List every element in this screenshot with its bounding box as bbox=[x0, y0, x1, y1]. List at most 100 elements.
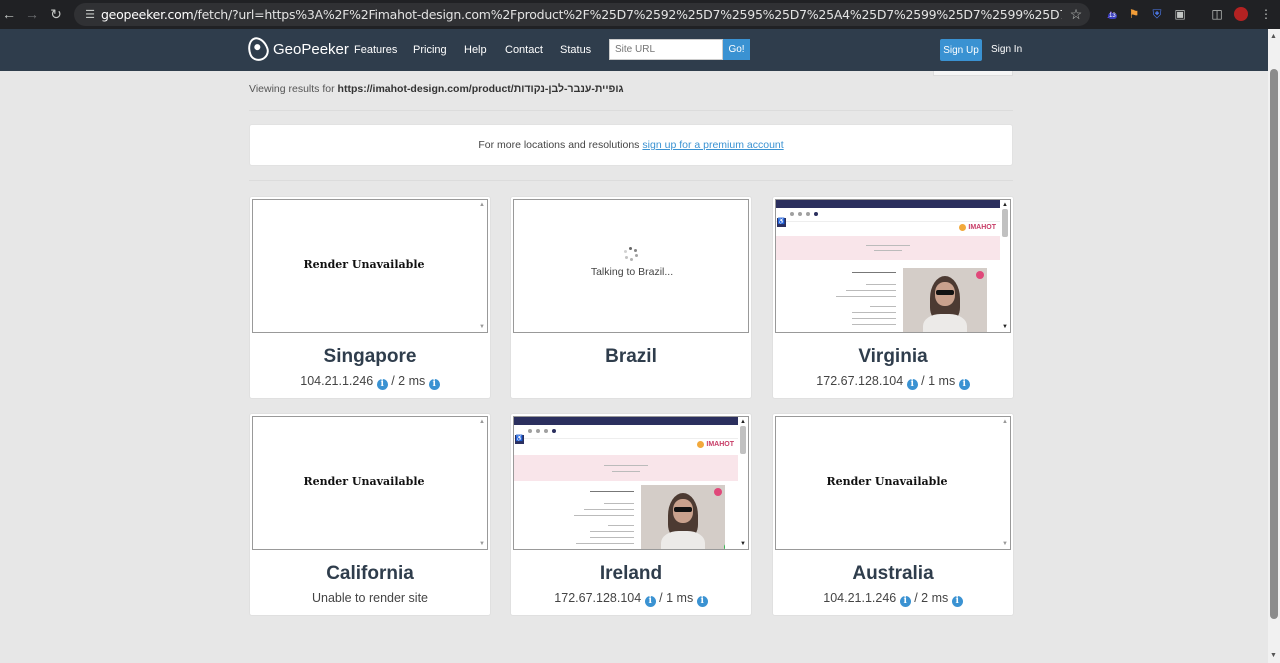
preview-text-line bbox=[836, 296, 896, 297]
browser-toolbar: ← → ↻ ☰ geopeeker.com/fetch/?url=https%3… bbox=[0, 0, 1280, 29]
ip-address: 104.21.1.246 bbox=[823, 591, 897, 605]
result-card-ireland: ♿ IMAHOT ▲ ▼ Ireland 172.67.128.104 i / 1… bbox=[510, 413, 752, 616]
sign-in-link[interactable]: Sign In bbox=[991, 44, 1022, 55]
frame-scrollbar[interactable]: ▲ ▼ bbox=[1000, 417, 1010, 549]
frame-scrollbar[interactable]: ▲ ▼ bbox=[477, 200, 487, 332]
preview-navbar bbox=[514, 425, 740, 439]
reload-icon[interactable]: ↻ bbox=[44, 2, 68, 26]
extensions-puzzle-icon[interactable]: ◫ bbox=[1208, 5, 1226, 23]
frame-scroll-down-icon[interactable]: ▼ bbox=[479, 324, 485, 330]
forward-icon[interactable]: → bbox=[20, 2, 44, 26]
nav-features[interactable]: Features bbox=[354, 44, 397, 56]
info-icon[interactable]: i bbox=[906, 379, 918, 390]
bookmark-star-icon[interactable]: ☆ bbox=[1062, 6, 1090, 23]
render-frame[interactable]: Render Unavailable ▲ ▼ bbox=[252, 416, 488, 550]
extension-flag-icon[interactable]: ⚑ bbox=[1125, 5, 1143, 23]
info-icon[interactable]: i bbox=[376, 379, 388, 390]
latency: / 2 ms bbox=[391, 374, 426, 388]
tab-stub bbox=[933, 71, 1013, 76]
frame-scroll-up-icon[interactable]: ▲ bbox=[479, 202, 485, 208]
viewing-url: https://imahot-design.com/product/גופיית… bbox=[337, 83, 624, 95]
frame-scrollbar-thumb[interactable] bbox=[1002, 209, 1008, 237]
preview-text-line bbox=[852, 318, 896, 319]
location-meta: 104.21.1.246 i / 2 ms i bbox=[773, 591, 1013, 607]
info-icon[interactable]: i bbox=[644, 596, 656, 607]
menu-kebab-icon[interactable]: ⋮ bbox=[1257, 5, 1275, 23]
info-icon[interactable]: i bbox=[428, 379, 440, 390]
ip-address: 172.67.128.104 bbox=[554, 591, 642, 605]
loading-text: Talking to Brazil... bbox=[590, 266, 674, 278]
preview-text-line bbox=[870, 306, 896, 307]
logo[interactable]: GeoPeeker bbox=[244, 34, 349, 64]
render-unavailable-text: Render Unavailable bbox=[303, 475, 425, 488]
preview-product-photo bbox=[903, 268, 987, 332]
render-frame[interactable]: Render Unavailable ▲ ▼ bbox=[252, 199, 488, 333]
frame-scroll-down-icon[interactable]: ▼ bbox=[740, 541, 746, 547]
scroll-down-arrow-icon[interactable]: ▼ bbox=[1270, 652, 1277, 659]
render-frame[interactable]: Render Unavailable ▲ ▼ bbox=[775, 416, 1011, 550]
nav-contact[interactable]: Contact bbox=[505, 44, 543, 56]
preview-banner bbox=[776, 236, 1002, 260]
preview-text-line bbox=[846, 290, 896, 291]
location-meta: 172.67.128.104 i / 1 ms i bbox=[773, 374, 1013, 390]
info-icon[interactable]: i bbox=[958, 379, 970, 390]
location-meta: 104.21.1.246 i / 2 ms i bbox=[250, 374, 490, 390]
render-frame[interactable]: ♿ IMAHOT ▲ ▼ bbox=[513, 416, 749, 550]
info-icon[interactable]: i bbox=[899, 596, 911, 607]
divider bbox=[249, 180, 1013, 181]
address-bar[interactable]: ☰ geopeeker.com/fetch/?url=https%3A%2F%2… bbox=[74, 3, 1090, 26]
go-button[interactable]: Go! bbox=[723, 39, 750, 60]
preview-text-line bbox=[590, 491, 634, 492]
extension-icon[interactable]: ▲13 bbox=[1102, 5, 1120, 23]
frame-scrollbar[interactable]: ▲ ▼ bbox=[1000, 200, 1010, 332]
frame-scrollbar[interactable]: ▲ ▼ bbox=[738, 417, 748, 549]
nav-help[interactable]: Help bbox=[464, 44, 487, 56]
sign-up-button[interactable]: Sign Up bbox=[940, 39, 982, 61]
render-frame[interactable]: Talking to Brazil... bbox=[513, 199, 749, 333]
page-scrollbar[interactable]: ▲ ▼ bbox=[1268, 29, 1280, 663]
info-icon[interactable]: i bbox=[951, 596, 963, 607]
frame-scroll-down-icon[interactable]: ▼ bbox=[1002, 324, 1008, 330]
preview-brand: IMAHOT bbox=[968, 224, 996, 231]
premium-signup-link[interactable]: sign up for a premium account bbox=[642, 139, 783, 151]
frame-scroll-up-icon[interactable]: ▲ bbox=[479, 419, 485, 425]
preview-navbar bbox=[776, 208, 1002, 222]
frame-scroll-down-icon[interactable]: ▼ bbox=[479, 541, 485, 547]
preview-text-line bbox=[584, 509, 634, 510]
ip-address: 172.67.128.104 bbox=[816, 374, 904, 388]
frame-scroll-up-icon[interactable]: ▲ bbox=[1002, 419, 1008, 425]
preview-text-line bbox=[604, 465, 648, 466]
preview-text-line bbox=[604, 503, 634, 504]
location-name: Ireland bbox=[599, 563, 663, 584]
render-frame[interactable]: ♿ IMAHOT ▲ ▼ bbox=[775, 199, 1011, 333]
back-icon[interactable]: ← bbox=[0, 2, 21, 26]
preview-brand: IMAHOT bbox=[706, 441, 734, 448]
nav-pricing[interactable]: Pricing bbox=[413, 44, 447, 56]
site-url-input[interactable] bbox=[609, 39, 723, 60]
frame-scroll-up-icon[interactable]: ▲ bbox=[1002, 202, 1008, 208]
render-unavailable-text: Render Unavailable bbox=[303, 258, 425, 271]
site-header: GeoPeeker Features Pricing Help Contact … bbox=[0, 29, 1268, 71]
extension-box-icon[interactable]: ▣ bbox=[1171, 5, 1189, 23]
preview-text-line bbox=[574, 515, 634, 516]
scrollbar-thumb[interactable] bbox=[1270, 69, 1278, 619]
scroll-up-arrow-icon[interactable]: ▲ bbox=[1270, 33, 1277, 40]
extension-badge: 13 bbox=[1108, 13, 1117, 19]
result-card-singapore: Render Unavailable ▲ ▼ Singapore 104.21.1… bbox=[249, 196, 491, 399]
frame-scroll-down-icon[interactable]: ▼ bbox=[1002, 541, 1008, 547]
preview-icon bbox=[806, 212, 810, 216]
preview-text-line bbox=[612, 471, 640, 472]
ip-address: 104.21.1.246 bbox=[300, 374, 374, 388]
info-icon[interactable]: i bbox=[696, 596, 708, 607]
logo-text: GeoPeeker bbox=[273, 40, 349, 58]
frame-scrollbar[interactable]: ▲ ▼ bbox=[477, 417, 487, 549]
password-manager-icon[interactable]: ⛨ bbox=[1148, 5, 1166, 23]
geopeeker-logo-icon bbox=[244, 34, 272, 64]
nav-status[interactable]: Status bbox=[560, 44, 591, 56]
frame-scrollbar-thumb[interactable] bbox=[740, 426, 746, 454]
profile-avatar-icon[interactable] bbox=[1232, 5, 1250, 23]
site-info-icon[interactable]: ☰ bbox=[79, 8, 101, 21]
address-url[interactable]: geopeeker.com/fetch/?url=https%3A%2F%2Fi… bbox=[101, 7, 1062, 22]
render-error-message: Unable to render site bbox=[311, 591, 429, 605]
frame-scroll-up-icon[interactable]: ▲ bbox=[740, 419, 746, 425]
